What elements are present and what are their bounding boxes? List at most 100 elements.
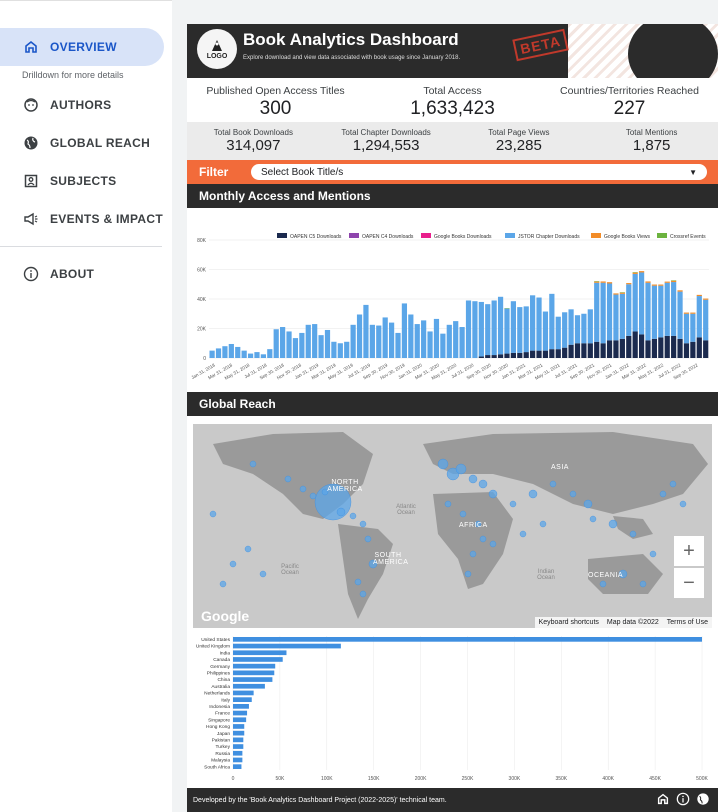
map-marker [259, 570, 267, 578]
map-marker [608, 519, 618, 529]
map-marker [437, 458, 449, 470]
category-label: Japan [217, 731, 230, 737]
terms-link[interactable]: Terms of Use [667, 619, 708, 626]
home-icon [22, 38, 40, 56]
category-label: Turkey [216, 744, 231, 750]
monthly-chart-svg: OAPEN C5 Downloads OAPEN C4 Downloads Goog… [190, 233, 709, 381]
footer: Developed by the 'Book Analytics Dashboa… [187, 788, 718, 812]
dashboard-header: LOGO Book Analytics Dashboard Explore do… [187, 24, 718, 78]
bar-segment [542, 350, 549, 358]
section-monthly-header: Monthly Access and Mentions [187, 184, 718, 208]
bar-segment [382, 317, 388, 358]
bar-segment [568, 309, 574, 345]
monthly-chart: OAPEN C5 Downloads OAPEN C4 Downloads Goog… [187, 208, 718, 392]
footer-icons [656, 792, 710, 806]
bar-segment [363, 304, 369, 358]
category-label: Australia [211, 684, 230, 690]
category-label: United Kingdom [196, 644, 230, 650]
bar-segment [356, 314, 363, 358]
stat-value: 300 [259, 98, 292, 119]
sidebar-item-subjects[interactable]: SUBJECTS [0, 162, 172, 200]
info-icon[interactable] [676, 792, 690, 806]
bar-segment [632, 273, 638, 332]
book-title-select[interactable]: Select Book Title/s ▼ [251, 164, 707, 180]
bar-segment [388, 322, 395, 358]
stat-value: 227 [613, 98, 646, 119]
home-icon[interactable] [656, 792, 670, 806]
stat-countries-reached: Countries/Territories Reached 227 [541, 78, 718, 122]
bar-segment [542, 311, 549, 351]
bar-segment [619, 338, 625, 358]
bar-segment [459, 327, 465, 358]
sidebar-item-events-impact[interactable]: EVENTS & IMPACT [0, 200, 172, 238]
bar-segment [626, 283, 632, 285]
bar-segment [408, 314, 414, 358]
bar-segment [523, 352, 529, 358]
map-marker [528, 489, 538, 499]
country-bar [233, 710, 248, 716]
sidebar-item-label: EVENTS & IMPACT [50, 212, 163, 226]
sidebar-item-label: GLOBAL REACH [50, 136, 151, 150]
dropdown-arrow-icon: ▼ [689, 167, 697, 177]
stat-label: Total Access [423, 85, 482, 97]
country-bar [233, 690, 254, 696]
bar-segment [465, 300, 472, 358]
map-marker [464, 570, 472, 578]
legend-swatch [591, 233, 601, 238]
bar-segment [645, 282, 651, 341]
bar-segment [574, 315, 581, 344]
sidebar-item-overview[interactable]: OVERVIEW [0, 28, 164, 66]
bar-segment [664, 281, 670, 283]
country-bar [233, 677, 273, 682]
country-bar [233, 757, 243, 763]
stat-mentions: Total Mentions 1,875 [585, 122, 718, 160]
bar-segment [645, 340, 651, 358]
bar-segment [260, 354, 266, 358]
map-attribution: Keyboard shortcuts Map data ©2022 Terms … [534, 617, 712, 628]
beta-stamp: BETA [512, 28, 569, 62]
map-marker [359, 520, 367, 528]
zoom-out-button[interactable]: − [674, 568, 704, 598]
map-marker [539, 520, 547, 528]
y-tick-label: 80K [197, 238, 207, 244]
map-marker [669, 480, 677, 488]
ocean-label: Atlantic Ocean [396, 504, 416, 516]
map-marker [599, 580, 607, 588]
sidebar-item-authors[interactable]: AUTHORS [0, 86, 172, 124]
bar-segment [478, 356, 484, 358]
globe-icon[interactable] [696, 792, 710, 806]
select-placeholder: Select Book Title/s [261, 166, 344, 178]
category-label: Indonesia [209, 704, 230, 710]
legend-swatch [657, 233, 667, 238]
sidebar-item-about[interactable]: ABOUT [0, 255, 172, 293]
sidebar-item-global-reach[interactable]: GLOBAL REACH [0, 124, 172, 162]
bar-segment [703, 340, 709, 358]
legend-swatch [277, 233, 287, 238]
bar-segment [497, 354, 504, 358]
bar-segment [273, 329, 279, 358]
continent-label: AFRICA [459, 522, 488, 529]
bar-segment [395, 332, 401, 358]
map-marker [284, 475, 292, 483]
world-map[interactable]: NORTH AMERICA SOUTH AMERICA AFRICA ASIA … [193, 424, 712, 628]
country-bar [233, 670, 275, 676]
category-label: Netherlands [204, 691, 230, 697]
footer-text: Developed by the 'Book Analytics Dashboa… [193, 796, 447, 804]
continent-label: SOUTH AMERICA [373, 552, 409, 566]
bar-segment [671, 282, 677, 336]
section-global-header: Global Reach [187, 392, 718, 416]
bar-segment [369, 324, 375, 358]
keyboard-shortcuts-link[interactable]: Keyboard shortcuts [539, 619, 599, 626]
country-bar [233, 637, 702, 642]
legend-label: Crossref Events [670, 234, 706, 240]
zoom-in-button[interactable]: + [674, 536, 704, 566]
legend-swatch [349, 233, 359, 238]
bar-segment [324, 329, 331, 358]
stat-label: Total Chapter Downloads [341, 128, 431, 137]
map-marker [229, 560, 237, 568]
country-bar [233, 650, 287, 656]
bar-segment [613, 294, 619, 341]
ocean-label: Indian Ocean [537, 569, 555, 581]
map-marker [209, 510, 217, 518]
sidebar-divider [0, 246, 162, 247]
